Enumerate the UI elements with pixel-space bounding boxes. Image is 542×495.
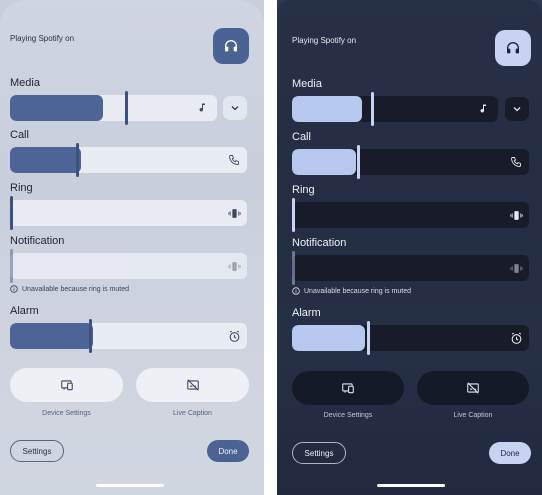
notification-volume-slider[interactable] <box>292 255 529 281</box>
alarm-volume-fill <box>10 323 93 349</box>
volume-sheet <box>0 0 264 495</box>
notification-hint-text: Unavailable because ring is muted <box>304 287 412 295</box>
media-label: Media <box>10 77 40 89</box>
device-settings-label: Device Settings <box>42 410 91 417</box>
music-note-icon <box>195 101 209 115</box>
notification-volume-handle[interactable] <box>10 249 13 283</box>
notification-hint: Unavailable because ring is muted <box>10 285 129 293</box>
music-note-icon <box>476 102 490 116</box>
done-button[interactable]: Done <box>489 442 531 464</box>
device-settings-icon <box>60 378 74 392</box>
device-settings-button[interactable] <box>292 371 404 405</box>
settings-button[interactable]: Settings <box>292 442 346 464</box>
call-volume-handle[interactable] <box>76 143 79 177</box>
notification-volume-slider[interactable] <box>10 253 247 279</box>
phone-icon <box>227 153 241 167</box>
notification-hint: Unavailable because ring is muted <box>292 287 411 295</box>
notification-label: Notification <box>10 235 65 247</box>
live-caption-off-icon <box>466 381 480 395</box>
live-caption-label: Live Caption <box>453 412 493 419</box>
media-expand-button[interactable] <box>505 97 529 121</box>
notification-hint-text: Unavailable because ring is muted <box>22 285 130 293</box>
home-indicator[interactable] <box>96 484 164 487</box>
playing-on-text: Playing Spotify on <box>10 34 75 43</box>
info-icon <box>292 287 300 295</box>
call-volume-handle[interactable] <box>357 145 360 179</box>
chevron-down-icon <box>511 103 523 115</box>
alarm-volume-handle[interactable] <box>89 319 92 353</box>
live-caption-button[interactable] <box>417 371 529 405</box>
output-device-button[interactable] <box>495 30 531 66</box>
alarm-clock-icon <box>509 331 523 345</box>
ring-volume-handle[interactable] <box>292 198 295 232</box>
playing-on-text: Playing Spotify on <box>292 36 357 45</box>
alarm-volume-slider[interactable] <box>292 325 529 351</box>
notification-volume-handle[interactable] <box>292 251 295 285</box>
alarm-volume-fill <box>292 325 366 351</box>
headphones-icon <box>223 38 239 54</box>
call-label: Call <box>10 129 29 141</box>
media-volume-slider[interactable] <box>10 95 217 121</box>
alarm-volume-handle[interactable] <box>367 321 370 355</box>
media-expand-button[interactable] <box>223 96 247 120</box>
phone-icon <box>509 155 523 169</box>
notification-label: Notification <box>292 237 347 249</box>
live-caption-label: Live Caption <box>173 410 212 417</box>
media-volume-slider[interactable] <box>292 96 498 122</box>
output-device-button[interactable] <box>213 28 249 64</box>
alarm-label: Alarm <box>10 305 39 317</box>
settings-button[interactable]: Settings <box>10 440 64 462</box>
device-settings-button[interactable] <box>10 368 123 402</box>
media-volume-fill <box>292 96 363 122</box>
ring-label: Ring <box>10 182 33 194</box>
vibrate-icon <box>227 206 241 220</box>
ring-volume-handle[interactable] <box>10 196 13 230</box>
chevron-down-icon <box>229 102 241 114</box>
media-volume-handle[interactable] <box>371 92 374 126</box>
volume-panel-dark: Playing Spotify on Media Call Ring Notif… <box>277 0 542 495</box>
ring-volume-slider[interactable] <box>10 200 247 226</box>
alarm-clock-icon <box>227 329 241 343</box>
media-label: Media <box>292 78 322 90</box>
call-volume-fill <box>292 149 356 175</box>
ring-volume-slider[interactable] <box>292 202 529 228</box>
live-caption-button[interactable] <box>136 368 249 402</box>
device-settings-icon <box>341 381 355 395</box>
alarm-label: Alarm <box>292 307 321 319</box>
device-settings-label: Device Settings <box>323 412 373 419</box>
info-icon <box>10 285 18 293</box>
vibrate-icon <box>227 259 241 273</box>
call-volume-slider[interactable] <box>292 149 529 175</box>
call-volume-slider[interactable] <box>10 147 247 173</box>
ring-label: Ring <box>292 184 315 196</box>
call-label: Call <box>292 131 311 143</box>
headphones-icon <box>505 40 521 56</box>
media-volume-handle[interactable] <box>125 91 128 125</box>
media-volume-fill <box>10 95 104 121</box>
home-indicator[interactable] <box>377 484 445 487</box>
call-volume-fill <box>10 147 82 173</box>
alarm-volume-slider[interactable] <box>10 323 247 349</box>
live-caption-off-icon <box>186 378 200 392</box>
done-button[interactable]: Done <box>207 440 249 462</box>
volume-panel-light: Playing Spotify on Media Call Ring Notif… <box>0 0 264 495</box>
vibrate-icon <box>509 261 523 275</box>
vibrate-icon <box>509 208 523 222</box>
